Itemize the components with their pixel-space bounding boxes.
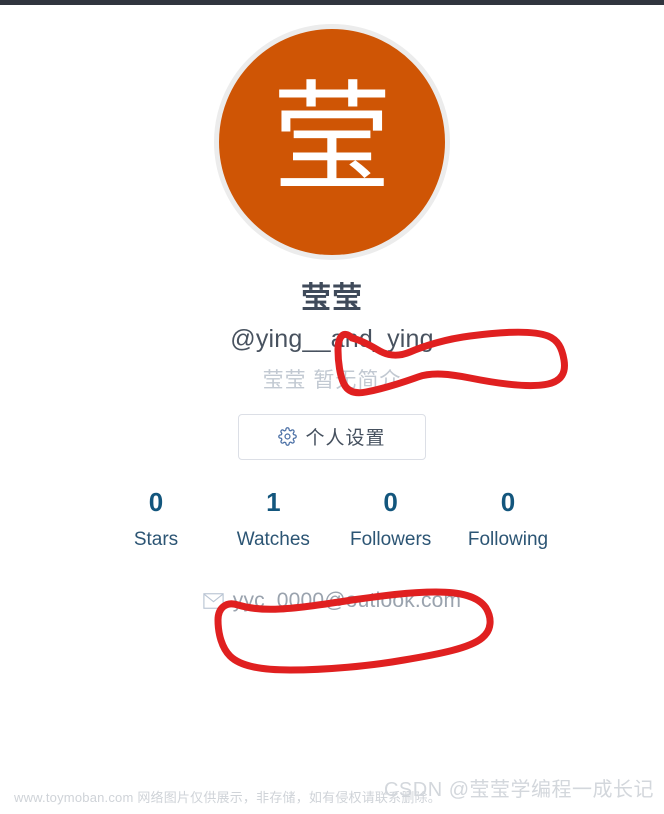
profile-stats-row: 0 Stars 1 Watches 0 Followers 0 Followin… [97, 486, 567, 552]
stat-watches-value: 1 [266, 486, 281, 517]
footer-right-watermark: CSDN @莹莹学编程一成长记 [383, 779, 654, 801]
stat-followers-label: Followers [350, 529, 432, 551]
profile-username-handle: @ying__and_ying [230, 324, 434, 353]
stat-following-value: 0 [500, 486, 516, 517]
personal-settings-label: 个人设置 [305, 428, 386, 449]
stat-watches-label: Watches [236, 529, 310, 551]
stat-stars[interactable]: 0 Stars [111, 486, 201, 552]
stat-followers[interactable]: 0 Followers [346, 486, 436, 552]
personal-settings-button[interactable]: 个人设置 [238, 413, 426, 460]
profile-email-row[interactable]: yyc_0000@outlook.com [203, 589, 461, 613]
avatar[interactable]: 莹 [214, 24, 450, 260]
stat-followers-value: 0 [383, 486, 398, 517]
mail-icon [203, 593, 224, 609]
gear-icon [278, 427, 298, 446]
stat-following-label: Following [467, 529, 549, 551]
stat-stars-value: 0 [148, 486, 164, 517]
user-profile-panel: 莹 莹莹 @ying__and_ying 莹莹 暂无简介 个人设置 0 Star… [0, 5, 664, 765]
profile-email-address: yyc_0000@outlook.com [232, 589, 462, 613]
footer-left-watermark: www.toymoban.com 网络图片仅供展示，非存储，如有侵权请联系删除。 [14, 790, 441, 805]
stat-watches[interactable]: 1 Watches [228, 486, 318, 552]
profile-display-name: 莹莹 [301, 282, 363, 315]
stat-stars-label: Stars [133, 529, 179, 551]
avatar-initial-text: 莹 [272, 70, 392, 209]
stat-following[interactable]: 0 Following [463, 486, 553, 552]
profile-bio: 莹莹 暂无简介 [262, 368, 402, 392]
